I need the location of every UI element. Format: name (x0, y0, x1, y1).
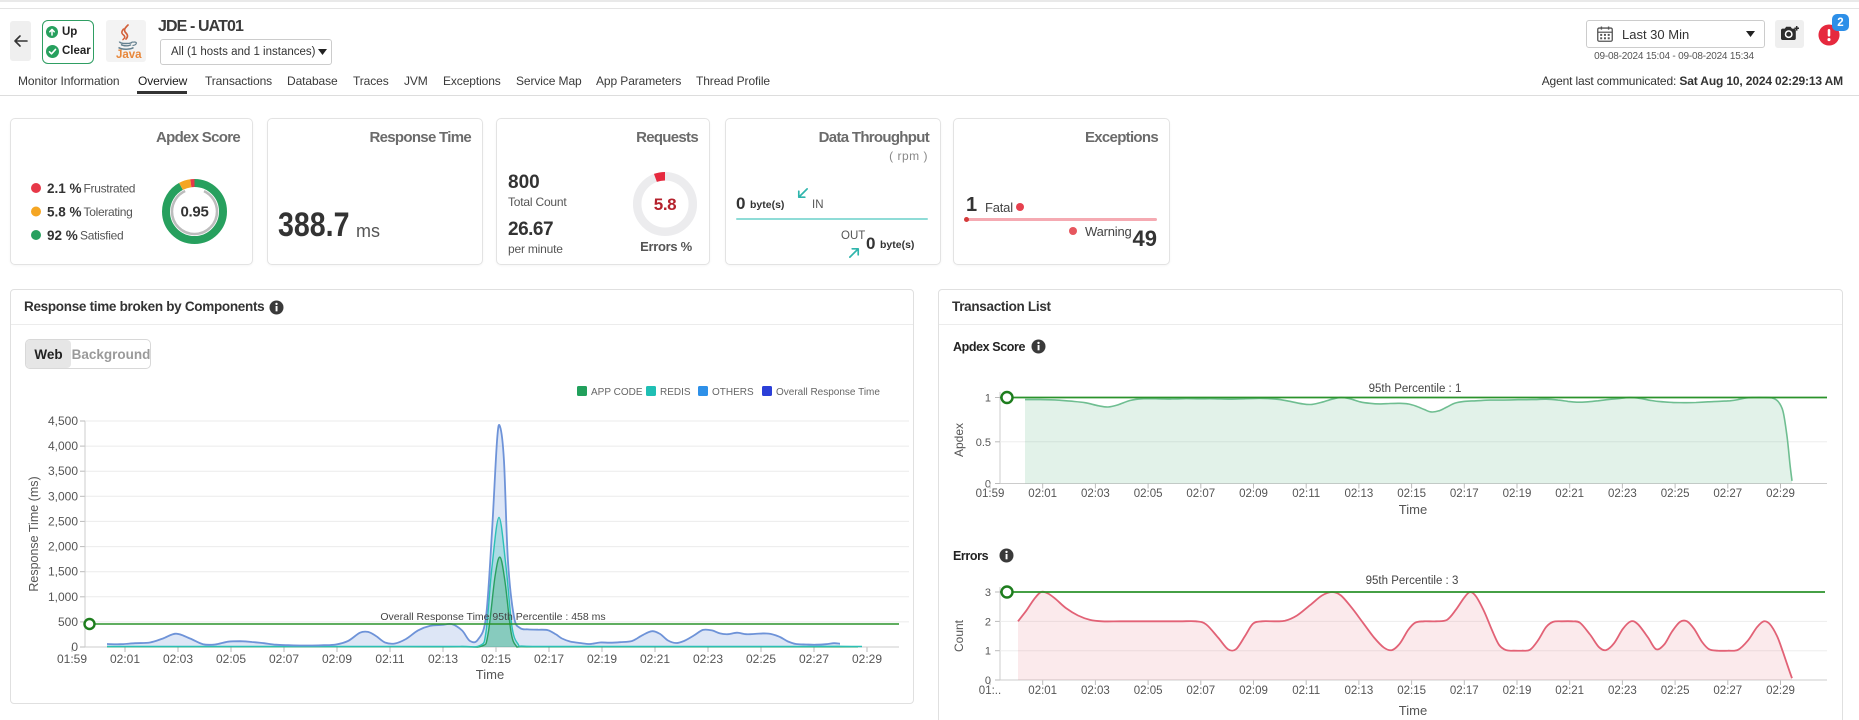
svg-text:02:09: 02:09 (1239, 685, 1268, 697)
svg-text:02:25: 02:25 (1661, 685, 1690, 697)
svg-text:02:01: 02:01 (1028, 685, 1057, 697)
svg-text:02:29: 02:29 (1766, 488, 1795, 500)
svg-text:02:05: 02:05 (216, 652, 246, 666)
svg-text:0.95: 0.95 (181, 204, 209, 221)
svg-text:3,000: 3,000 (48, 489, 78, 503)
svg-text:02:07: 02:07 (1186, 488, 1215, 500)
svg-text:02:23: 02:23 (1608, 488, 1637, 500)
svg-text:02:09: 02:09 (322, 652, 352, 666)
svg-text:02:03: 02:03 (1081, 488, 1110, 500)
svg-text:02:01: 02:01 (110, 652, 140, 666)
svg-text:02:03: 02:03 (1081, 685, 1110, 697)
svg-text:02:09: 02:09 (1239, 488, 1268, 500)
svg-text:95th Percentile : 1: 95th Percentile : 1 (1369, 383, 1462, 395)
svg-text:Time: Time (1399, 703, 1427, 718)
svg-text:02:07: 02:07 (269, 652, 299, 666)
svg-text:02:13: 02:13 (428, 652, 458, 666)
svg-text:REDIS: REDIS (660, 387, 691, 398)
svg-text:Satisfied: Satisfied (80, 229, 123, 243)
svg-text:1,000: 1,000 (48, 590, 78, 604)
svg-text:Apdex: Apdex (952, 423, 966, 457)
svg-text:02:27: 02:27 (1713, 685, 1742, 697)
svg-text:Java: Java (116, 49, 142, 61)
svg-text:3: 3 (985, 587, 991, 599)
svg-text:02:29: 02:29 (1766, 685, 1795, 697)
svg-text:500: 500 (58, 615, 78, 629)
svg-text:Count: Count (952, 619, 966, 652)
svg-text:02:11: 02:11 (1292, 685, 1320, 697)
svg-text:2,500: 2,500 (48, 514, 78, 528)
svg-text:02:11: 02:11 (1292, 488, 1320, 500)
svg-text:02:03: 02:03 (163, 652, 193, 666)
svg-text:02:17: 02:17 (1450, 685, 1479, 697)
svg-text:Overall Response Time 95th Per: Overall Response Time 95th Percentile : … (380, 611, 605, 623)
svg-text:02:15: 02:15 (1397, 685, 1426, 697)
svg-text:1: 1 (985, 393, 991, 405)
svg-text:01:59: 01:59 (976, 488, 1005, 500)
svg-text:02:07: 02:07 (1186, 685, 1215, 697)
svg-text:02:01: 02:01 (1028, 488, 1057, 500)
svg-text:02:05: 02:05 (1134, 685, 1163, 697)
svg-text:02:23: 02:23 (1608, 685, 1637, 697)
svg-text:Overall Response Time: Overall Response Time (776, 387, 880, 398)
svg-text:02:21: 02:21 (1555, 488, 1584, 500)
svg-text:2,000: 2,000 (48, 540, 78, 554)
svg-text:Response Time (ms): Response Time (ms) (27, 476, 41, 591)
svg-text:2: 2 (985, 616, 991, 628)
svg-text:0.5: 0.5 (976, 437, 991, 449)
svg-text:02:21: 02:21 (640, 652, 670, 666)
svg-text:92 %: 92 % (47, 228, 78, 243)
svg-text:02:25: 02:25 (1661, 488, 1690, 500)
svg-text:5.8: 5.8 (654, 195, 676, 214)
svg-text:02:19: 02:19 (1503, 685, 1532, 697)
svg-text:02:17: 02:17 (1450, 488, 1479, 500)
svg-text:02:25: 02:25 (746, 652, 776, 666)
svg-text:02:27: 02:27 (799, 652, 829, 666)
svg-text:02:23: 02:23 (693, 652, 723, 666)
svg-text:01:59: 01:59 (57, 652, 87, 666)
svg-text:95th Percentile : 3: 95th Percentile : 3 (1366, 575, 1459, 587)
svg-text:Time: Time (1399, 502, 1427, 517)
svg-text:Tolerating: Tolerating (84, 205, 133, 219)
svg-text:3,500: 3,500 (48, 464, 78, 478)
svg-text:2.1 %: 2.1 % (47, 181, 82, 196)
svg-text:02:21: 02:21 (1555, 685, 1584, 697)
svg-text:4,500: 4,500 (48, 414, 78, 428)
svg-text:02:13: 02:13 (1345, 488, 1374, 500)
svg-text:4,000: 4,000 (48, 439, 78, 453)
svg-text:Frustrated: Frustrated (84, 182, 136, 196)
svg-text:02:05: 02:05 (1134, 488, 1163, 500)
svg-text:01:..: 01:.. (979, 685, 1001, 697)
svg-text:02:19: 02:19 (587, 652, 617, 666)
svg-text:02:15: 02:15 (1397, 488, 1426, 500)
svg-text:02:15: 02:15 (481, 652, 511, 666)
svg-text:02:27: 02:27 (1713, 488, 1742, 500)
svg-text:02:29: 02:29 (852, 652, 882, 666)
svg-text:02:17: 02:17 (534, 652, 564, 666)
svg-text:OTHERS: OTHERS (712, 387, 754, 398)
svg-text:5.8 %: 5.8 % (47, 205, 82, 220)
svg-text:1,500: 1,500 (48, 565, 78, 579)
svg-text:1: 1 (985, 646, 991, 658)
svg-text:APP CODE: APP CODE (591, 387, 643, 398)
svg-text:02:13: 02:13 (1345, 685, 1374, 697)
svg-text:Time: Time (476, 667, 504, 682)
svg-text:02:19: 02:19 (1503, 488, 1532, 500)
svg-text:02:11: 02:11 (375, 652, 404, 666)
